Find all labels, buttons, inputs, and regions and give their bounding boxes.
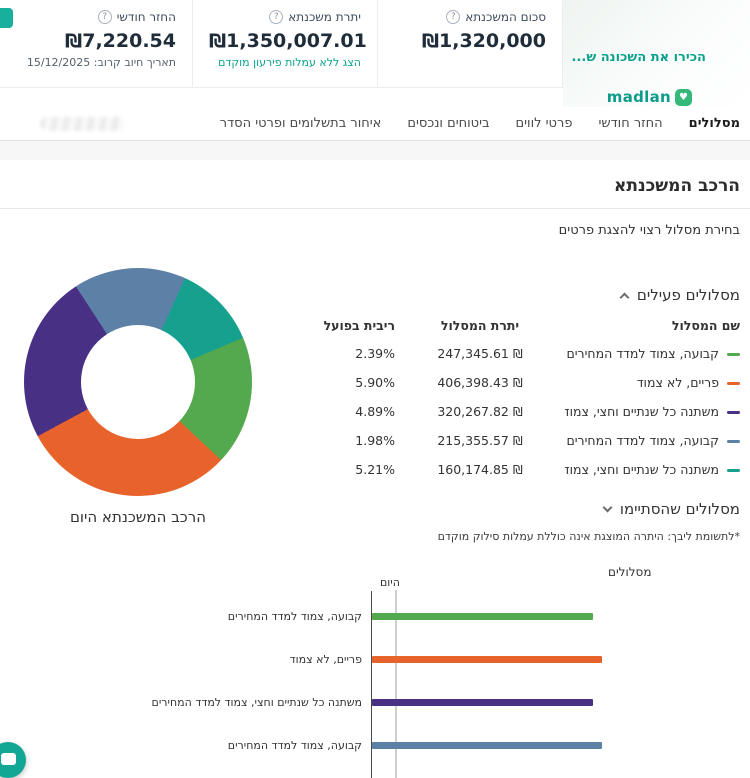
donut-chart[interactable] (24, 268, 252, 496)
track-name: משתנה כל שנתיים וחצי, צמוד למדד המחירים (565, 462, 719, 477)
table-row[interactable]: משתנה כל שנתיים וחצי, צמוד למדד המחירים … (300, 455, 740, 484)
timeline-track-label: פריים, לא צמוד (289, 653, 362, 666)
tab-monthly-payment[interactable]: החזר חודשי (598, 116, 662, 131)
timeline-bar[interactable] (372, 613, 593, 620)
timeline-rows: קבועה, צמוד למדד המחירים פריים, לא צמוד … (10, 595, 740, 778)
tracks-table-header: שם המסלול יתרת המסלול ריבית בפועל (300, 318, 740, 339)
header-actual-rate: ריבית בפועל (323, 318, 395, 333)
disclaimer-note: *לתשומת ליבך: היתרה המוצגת אינה כוללת עמ… (437, 530, 740, 543)
ended-tracks-toggle[interactable]: מסלולים שהסתיימו (602, 500, 740, 518)
timeline-row: משתנה כל שנתיים וחצי, צמוד למדד המחירים (10, 767, 740, 778)
stat-mortgage-amount-label: סכום המשכנתא (465, 10, 546, 24)
timeline-title: מסלולים (608, 565, 652, 579)
stat-monthly-payment-label: החזר חודשי (116, 10, 176, 24)
track-balance: 247,345.61 ₪ (437, 346, 523, 361)
track-balance: 215,355.57 ₪ (437, 433, 523, 448)
madlan-heart-icon: ♥ (675, 88, 692, 106)
divider (0, 208, 750, 209)
promo-text[interactable]: הכירו את השכונה ש... (564, 50, 706, 65)
track-name: פריים, לא צמוד (636, 375, 719, 390)
table-row[interactable]: משתנה כל שנתיים וחצי, צמוד למדד המחירים … (300, 397, 740, 426)
track-color-dash (727, 382, 740, 385)
madlan-logo-text: madlan (606, 88, 671, 106)
stat-mortgage-balance-value: ₪1,350,007.01 (209, 30, 367, 52)
timeline-bar[interactable] (372, 699, 593, 706)
help-icon[interactable]: ? (269, 10, 284, 24)
track-color-dash (727, 440, 740, 443)
timeline-row: פריים, לא צמוד (10, 638, 740, 681)
stat-mortgage-balance: יתרת משכנתא ? ₪1,350,007.01 הצג ללא עמלו… (193, 0, 378, 88)
chevron-up-icon (619, 292, 630, 302)
donut-panel: הרכב המשכנתא היום (10, 260, 300, 526)
track-rate: 1.98% (355, 433, 395, 448)
tab-insurance-assets[interactable]: ביטוחים ונכסים (407, 116, 489, 131)
table-row[interactable]: קבועה, צמוד למדד המחירים 247,345.61 ₪ 2.… (300, 339, 740, 368)
track-balance: 406,398.43 ₪ (437, 375, 523, 390)
stats-header: הכירו את השכונה ש... ♥ madlan סכום המשכנ… (0, 0, 750, 107)
help-icon[interactable]: ? (446, 10, 461, 24)
ended-tracks-label: מסלולים שהסתיימו (619, 500, 740, 518)
timeline-bar[interactable] (372, 742, 602, 749)
track-rate: 4.89% (355, 404, 395, 419)
help-icon[interactable]: ? (97, 10, 112, 24)
page-title: הרכב המשכנתא (613, 176, 740, 196)
timeline-track-label: משתנה כל שנתיים וחצי, צמוד למדד המחירים (151, 696, 362, 709)
table-row[interactable]: קבועה, צמוד למדד המחירים 215,355.57 ₪ 1.… (300, 426, 740, 455)
madlan-logo[interactable]: ♥ madlan (607, 88, 692, 106)
chevron-down-icon (602, 502, 613, 512)
watermark (40, 116, 124, 131)
show-without-fees-link[interactable]: הצג ללא עמלות פירעון מוקדם (218, 56, 361, 69)
header-track-name: שם המסלול (671, 318, 740, 333)
timeline-track-label: קבועה, צמוד למדד המחירים (227, 610, 362, 623)
donut-caption: הרכב המשכנתא היום (69, 508, 207, 526)
track-balance: 160,174.85 ₪ (437, 462, 523, 477)
track-rate: 5.21% (355, 462, 395, 477)
stat-mortgage-amount-value: ₪1,320,000 (421, 30, 546, 52)
timeline-row: קבועה, צמוד למדד המחירים (10, 595, 740, 638)
track-color-dash (727, 469, 740, 472)
subtitle: בחירת מסלול רצוי להצגת פרטים (558, 223, 740, 238)
next-charge-date: תאריך חיוב קרוב: 15/12/2025 (26, 56, 176, 69)
track-balance: 320,267.82 ₪ (437, 404, 523, 419)
tracks-panel: מסלולים פעילים שם המסלול יתרת המסלול ריב… (300, 260, 740, 543)
stat-monthly-payment: החזר חודשי ? ₪7,220.54 תאריך חיוב קרוב: … (0, 0, 193, 88)
header-track-balance: יתרת המסלול (440, 318, 520, 333)
tab-tracks[interactable]: מסלולים (689, 116, 740, 131)
timeline-row: קבועה, צמוד למדד המחירים (10, 724, 740, 767)
track-rate: 2.39% (355, 346, 395, 361)
timeline-row: משתנה כל שנתיים וחצי, צמוד למדד המחירים (10, 681, 740, 724)
timeline-bar[interactable] (372, 656, 602, 663)
stat-mortgage-balance-label: יתרת משכנתא (288, 10, 361, 24)
promo-banner: הכירו את השכונה ש... ♥ madlan (563, 0, 750, 107)
main-nav: מסלולים החזר חודשי פרטי לווים ביטוחים ונ… (0, 107, 750, 141)
mortgage-composition-card: הרכב המשכנתא בחירת מסלול רצוי להצגת פרטי… (0, 160, 750, 778)
track-name: קבועה, צמוד למדד המחירים (566, 433, 719, 448)
tab-borrower-details[interactable]: פרטי לווים (516, 116, 573, 131)
active-tracks-label: מסלולים פעילים (636, 286, 740, 304)
timeline-chart: מסלולים היום קבועה, צמוד למדד המחירים פר… (10, 563, 740, 778)
side-widget-tab[interactable] (0, 8, 13, 28)
table-row[interactable]: פריים, לא צמוד 406,398.43 ₪ 5.90% (300, 368, 740, 397)
composition-row: מסלולים פעילים שם המסלול יתרת המסלול ריב… (10, 260, 740, 543)
tab-late-payments[interactable]: איחור בתשלומים ופרטי הסדר (220, 116, 382, 131)
timeline-track-label: קבועה, צמוד למדד המחירים (227, 739, 362, 752)
stat-monthly-payment-value: ₪7,220.54 (65, 30, 176, 52)
active-tracks-toggle[interactable]: מסלולים פעילים (619, 286, 740, 304)
stat-mortgage-amount: סכום המשכנתא ? ₪1,320,000 (378, 0, 563, 88)
track-color-dash (727, 353, 740, 356)
track-name: משתנה כל שנתיים וחצי, צמוד למדד המחירים (565, 404, 719, 419)
track-name: קבועה, צמוד למדד המחירים (566, 346, 719, 361)
tracks-table: שם המסלול יתרת המסלול ריבית בפועל קבועה,… (300, 318, 740, 484)
track-color-dash (727, 411, 740, 414)
today-label: היום (380, 576, 400, 589)
track-rate: 5.90% (355, 375, 395, 390)
page: הכירו את השכונה ש... ♥ madlan סכום המשכנ… (0, 0, 750, 778)
